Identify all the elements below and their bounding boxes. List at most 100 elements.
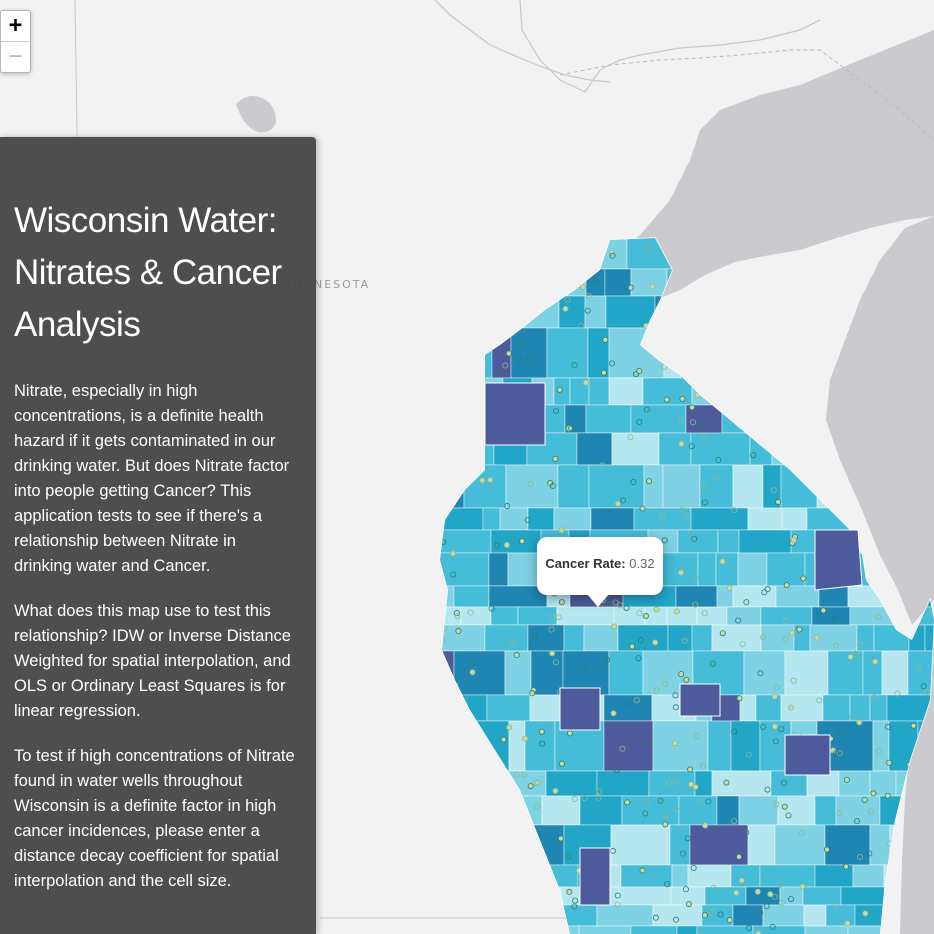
tract[interactable]	[435, 824, 477, 866]
tract[interactable]	[541, 795, 581, 826]
tract[interactable]	[578, 925, 632, 934]
tract[interactable]	[749, 432, 773, 466]
tract[interactable]	[490, 606, 519, 626]
tract[interactable]	[500, 795, 543, 826]
tract[interactable]	[675, 585, 718, 608]
tract[interactable]	[708, 268, 759, 297]
tract[interactable]	[435, 886, 462, 906]
tract[interactable]	[527, 507, 555, 531]
tract[interactable]	[803, 904, 827, 927]
tract[interactable]	[557, 464, 590, 509]
tract[interactable]	[435, 770, 467, 797]
tract[interactable]	[732, 585, 777, 608]
tract[interactable]	[482, 507, 501, 531]
tract[interactable]	[732, 904, 764, 927]
tract[interactable]	[775, 585, 820, 608]
tract[interactable]	[697, 552, 717, 587]
tract[interactable]	[849, 694, 871, 722]
tract[interactable]	[716, 795, 740, 826]
tract[interactable]	[617, 624, 669, 652]
tract[interactable]	[584, 295, 607, 329]
tract[interactable]	[499, 507, 529, 531]
tract[interactable]	[608, 377, 644, 406]
tract[interactable]	[721, 404, 777, 434]
tract[interactable]	[654, 295, 714, 329]
tract[interactable]	[743, 650, 786, 696]
tract[interactable]	[822, 694, 851, 722]
tract[interactable]	[777, 795, 816, 826]
tract[interactable]	[554, 268, 587, 297]
tract[interactable]	[677, 529, 719, 554]
tract[interactable]	[596, 770, 650, 797]
tract[interactable]	[737, 552, 768, 587]
tract[interactable]	[435, 904, 484, 927]
tract[interactable]	[556, 606, 615, 626]
tract[interactable]	[484, 624, 529, 652]
tract[interactable]	[590, 507, 635, 531]
tract[interactable]	[762, 904, 805, 927]
tract[interactable]	[435, 795, 456, 826]
tract[interactable]	[453, 585, 490, 608]
tract[interactable]	[662, 464, 701, 509]
tract[interactable]	[603, 694, 653, 722]
tract[interactable]	[730, 720, 761, 772]
tract[interactable]	[730, 864, 761, 888]
tract[interactable]	[747, 824, 776, 866]
tract[interactable]	[854, 904, 903, 927]
tract[interactable]	[798, 327, 823, 379]
tract[interactable]	[873, 624, 910, 652]
tract[interactable]	[849, 606, 896, 626]
tract[interactable]	[435, 235, 476, 270]
tract[interactable]	[465, 770, 507, 797]
tract[interactable]	[678, 795, 718, 826]
tract[interactable]	[435, 464, 465, 509]
tract[interactable]	[435, 327, 452, 379]
tract[interactable]	[691, 377, 741, 406]
tract[interactable]	[482, 904, 540, 927]
tract[interactable]	[610, 824, 671, 866]
tract[interactable]	[696, 606, 728, 626]
tract[interactable]	[690, 507, 749, 531]
tract[interactable]	[711, 770, 772, 797]
tract-dark-southeast[interactable]	[784, 734, 831, 776]
tract[interactable]	[802, 886, 842, 906]
zoom-out-button[interactable]: −	[1, 42, 30, 72]
tract[interactable]	[759, 864, 816, 888]
tract[interactable]	[538, 904, 598, 927]
tract[interactable]	[608, 650, 644, 696]
zoom-in-button[interactable]: +	[1, 11, 30, 41]
tract[interactable]	[847, 925, 884, 934]
tract[interactable]	[588, 377, 610, 406]
tract[interactable]	[771, 432, 796, 466]
tract[interactable]	[804, 925, 849, 934]
tract[interactable]	[755, 694, 782, 722]
tract[interactable]	[676, 925, 698, 934]
tract[interactable]	[825, 904, 856, 927]
tract[interactable]	[585, 404, 632, 434]
tract[interactable]	[603, 720, 654, 772]
tract[interactable]	[538, 235, 594, 270]
tract[interactable]	[563, 624, 585, 652]
tract[interactable]	[780, 464, 818, 509]
tract[interactable]	[611, 432, 660, 466]
tract[interactable]	[435, 377, 473, 406]
tract[interactable]	[745, 886, 781, 906]
tract[interactable]	[738, 795, 779, 826]
tract[interactable]	[726, 606, 762, 626]
tract-dark-east[interactable]	[814, 529, 863, 591]
tract[interactable]	[435, 925, 489, 934]
tract[interactable]	[618, 886, 672, 906]
map-canvas[interactable]: MINNESOTA + − Cancer Rate: 0.32 Wisconsi…	[0, 0, 934, 934]
tract[interactable]	[907, 650, 934, 696]
tract-dark-northwest[interactable]	[484, 382, 546, 446]
tract[interactable]	[814, 795, 837, 826]
tract-dark-south[interactable]	[579, 847, 611, 906]
tract[interactable]	[435, 694, 462, 722]
tract[interactable]	[778, 268, 815, 297]
tract[interactable]	[477, 795, 502, 826]
tract[interactable]	[738, 529, 792, 554]
tract[interactable]	[435, 295, 473, 329]
tract[interactable]	[490, 529, 542, 554]
tract[interactable]	[869, 694, 888, 722]
tract[interactable]	[621, 795, 680, 826]
